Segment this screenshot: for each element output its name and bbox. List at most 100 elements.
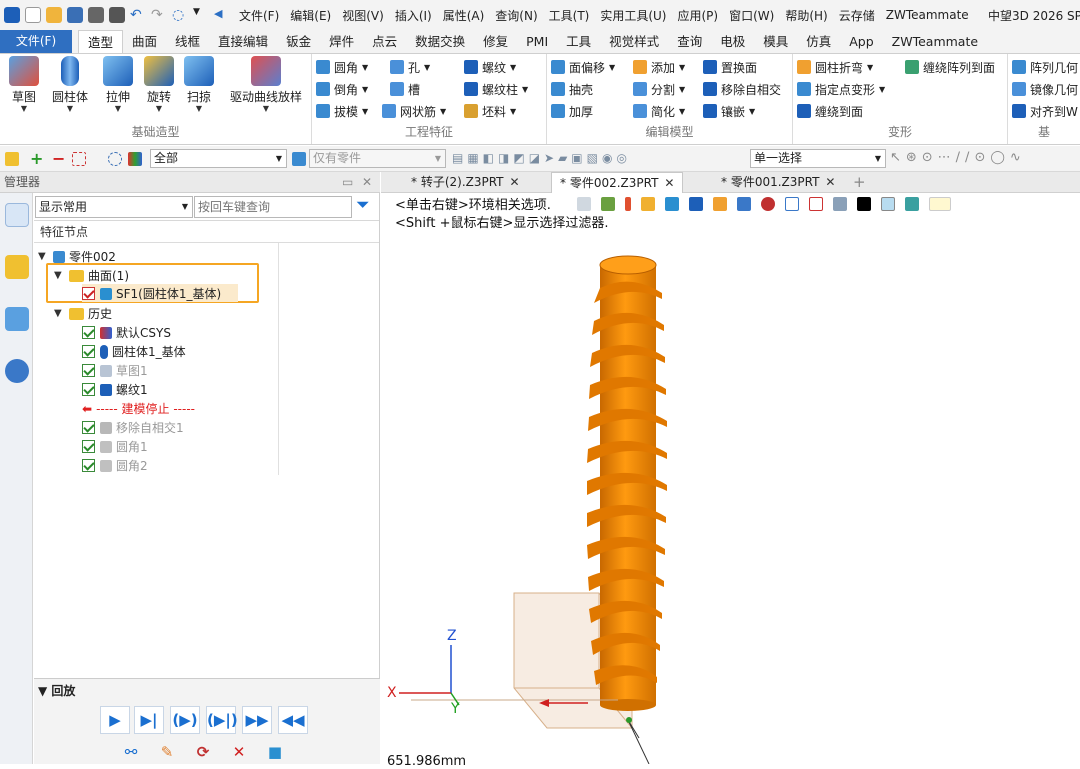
view-manager-icon[interactable] — [5, 307, 29, 331]
visibility-checkbox[interactable] — [82, 364, 95, 377]
mirror-geometry-button[interactable]: 镜像几何 — [1012, 79, 1078, 99]
close-tab-icon[interactable]: ✕ — [664, 176, 674, 190]
sketch-button[interactable]: 草图 ▼ — [2, 56, 46, 113]
align-to-button[interactable]: 对齐到W — [1012, 101, 1078, 121]
tree-node-stop-marker[interactable]: ⬅ ----- 建模停止 ----- — [82, 399, 195, 418]
remove-self-intersect-button[interactable]: 移除自相交 — [703, 79, 781, 99]
tab-tools[interactable]: 工具 — [557, 30, 600, 53]
slot-button[interactable]: 槽 — [390, 79, 420, 99]
cylinder-bend-button[interactable]: 圆柱折弯 ▼ — [797, 57, 873, 77]
feature-search-input[interactable] — [194, 196, 352, 218]
tab-mold[interactable]: 模具 — [754, 30, 797, 53]
tab-app[interactable]: App — [840, 30, 882, 53]
menu-tools[interactable]: 工具(T) — [549, 7, 590, 24]
tab-point-cloud[interactable]: 点云 — [363, 30, 406, 53]
menu-apps[interactable]: 应用(P) — [678, 7, 719, 24]
tab-zwteammate[interactable]: ZWTeammate — [883, 30, 987, 53]
undo-icon[interactable]: ↶ — [130, 7, 146, 23]
parts-only-combo[interactable]: 仅有零件 ▼ — [309, 149, 446, 168]
tab-modeling[interactable]: 造型 — [78, 29, 124, 54]
lasso-icon[interactable] — [108, 152, 122, 166]
visibility-checkbox[interactable] — [82, 459, 95, 472]
tree-node-default-csys[interactable]: 默认CSYS — [82, 323, 171, 342]
menu-utilities[interactable]: 实用工具(U) — [600, 7, 666, 24]
model-scene[interactable]: Z X Y — [381, 193, 1080, 764]
filter-all-combo[interactable]: 全部 ▼ — [150, 149, 287, 168]
tab-wireframe[interactable]: 线框 — [166, 30, 209, 53]
chamfer-button[interactable]: 倒角 ▼ — [316, 79, 368, 99]
play-loop-button[interactable]: (▶) — [170, 706, 200, 734]
tab-pmi[interactable]: PMI — [517, 30, 557, 53]
print-icon[interactable] — [88, 7, 104, 23]
add-button[interactable]: 添加 ▼ — [633, 57, 685, 77]
pin-icon[interactable]: ▭ — [342, 172, 353, 192]
history-tree-icon[interactable] — [5, 203, 29, 227]
menu-zwteammate[interactable]: ZWTeammate — [886, 8, 969, 22]
point-deform-button[interactable]: 指定点变形 ▼ — [797, 79, 885, 99]
expand-icon[interactable]: ▼ — [54, 308, 66, 319]
menu-file[interactable]: 文件(F) — [239, 7, 279, 24]
wrap-to-face-button[interactable]: 缠绕到面 — [797, 101, 863, 121]
replay-icon[interactable]: ⟳ — [188, 739, 218, 763]
filter-color-icon[interactable] — [128, 152, 142, 166]
expand-icon[interactable]: ▼ — [38, 251, 50, 262]
close-tab-icon[interactable]: ✕ — [510, 175, 520, 189]
tab-weldment[interactable]: 焊件 — [320, 30, 363, 53]
rotate-icon[interactable]: ◌ — [172, 7, 188, 23]
visibility-checkbox[interactable] — [82, 287, 95, 300]
add-icon[interactable]: + — [30, 149, 43, 168]
snap-icons-row[interactable]: ▤▦◧◨◩◪➤▰▣▧◉◎ — [452, 151, 631, 165]
close-tab-icon[interactable]: ✕ — [825, 175, 835, 189]
surface-box-icon[interactable]: ■ — [260, 739, 290, 763]
menu-query[interactable]: 查询(N) — [495, 7, 537, 24]
sketch-tools-row[interactable]: ↖⊛⊙⋯∕∕⊙◯∿ — [890, 150, 1026, 165]
thread-shaft[interactable] — [587, 255, 667, 711]
menu-insert[interactable]: 插入(I) — [395, 7, 432, 24]
part-filter-icon[interactable] — [292, 152, 306, 166]
tab-sheet-metal[interactable]: 钣金 — [277, 30, 320, 53]
new-tab-button[interactable]: + — [845, 172, 874, 193]
save-all-icon[interactable] — [109, 7, 125, 23]
tab-simulation[interactable]: 仿真 — [797, 30, 840, 53]
drive-curve-loft-button[interactable]: 驱动曲线放样 ▼ — [226, 56, 306, 113]
tab-direct-edit[interactable]: 直接编辑 — [209, 30, 277, 53]
redo-icon[interactable]: ↷ — [151, 7, 167, 23]
wrap-pattern-button[interactable]: 缠绕阵列到面 — [905, 57, 995, 77]
inlay-button[interactable]: 镶嵌 ▼ — [703, 101, 755, 121]
tab-repair[interactable]: 修复 — [474, 30, 517, 53]
extrude-button[interactable]: 拉伸 ▼ — [96, 56, 140, 113]
expand-icon[interactable]: ▼ — [54, 270, 66, 281]
draft-button[interactable]: 拔模 ▼ — [316, 101, 368, 121]
shell-button[interactable]: 抽壳 — [551, 79, 593, 99]
revolve-button[interactable]: 旋转 ▼ — [137, 56, 181, 113]
pattern-geometry-button[interactable]: 阵列几何 — [1012, 57, 1078, 77]
new-file-icon[interactable] — [25, 7, 41, 23]
cylinder-button[interactable]: 圆柱体 ▼ — [48, 56, 92, 113]
delete-icon[interactable]: ✕ — [224, 739, 254, 763]
simplify-button[interactable]: 简化 ▼ — [633, 101, 685, 121]
tab-electrode[interactable]: 电极 — [711, 30, 754, 53]
minus-icon[interactable]: − — [52, 149, 65, 168]
thread-button[interactable]: 螺纹 ▼ — [464, 57, 516, 77]
doc-tab-part001[interactable]: * 零件001.Z3PRT ✕ — [713, 172, 843, 193]
collapse-arrow-icon[interactable]: ◀ — [214, 7, 230, 23]
menu-edit[interactable]: 编辑(E) — [290, 7, 331, 24]
3d-viewport[interactable]: <单击右键>环境相关选项. <Shift +鼠标右键>显示选择过滤器. Z X … — [381, 193, 1080, 769]
show-common-combo[interactable]: 显示常用 ▼ — [35, 196, 193, 218]
user-icon[interactable] — [5, 359, 29, 383]
doc-tab-rotor[interactable]: * 转子(2).Z3PRT ✕ — [403, 172, 528, 193]
visibility-checkbox[interactable] — [82, 326, 95, 339]
face-offset-button[interactable]: 面偏移 ▼ — [551, 57, 615, 77]
sweep-button[interactable]: 扫掠 ▼ — [177, 56, 221, 113]
link-icon[interactable]: ⚯ — [116, 739, 146, 763]
blank-button[interactable]: 坯料 ▼ — [464, 101, 516, 121]
open-folder-icon[interactable] — [46, 7, 62, 23]
menu-cloud[interactable]: 云存储 — [839, 7, 875, 24]
menu-view[interactable]: 视图(V) — [342, 7, 384, 24]
tab-data-exchange[interactable]: 数据交换 — [406, 30, 474, 53]
box-select-icon[interactable] — [72, 152, 86, 166]
edit-pencil-icon[interactable]: ✎ — [152, 739, 182, 763]
tree-node-remove-self-intersect[interactable]: 移除自相交1 — [82, 418, 184, 437]
tab-query[interactable]: 查询 — [668, 30, 711, 53]
menu-attribute[interactable]: 属性(A) — [443, 7, 485, 24]
